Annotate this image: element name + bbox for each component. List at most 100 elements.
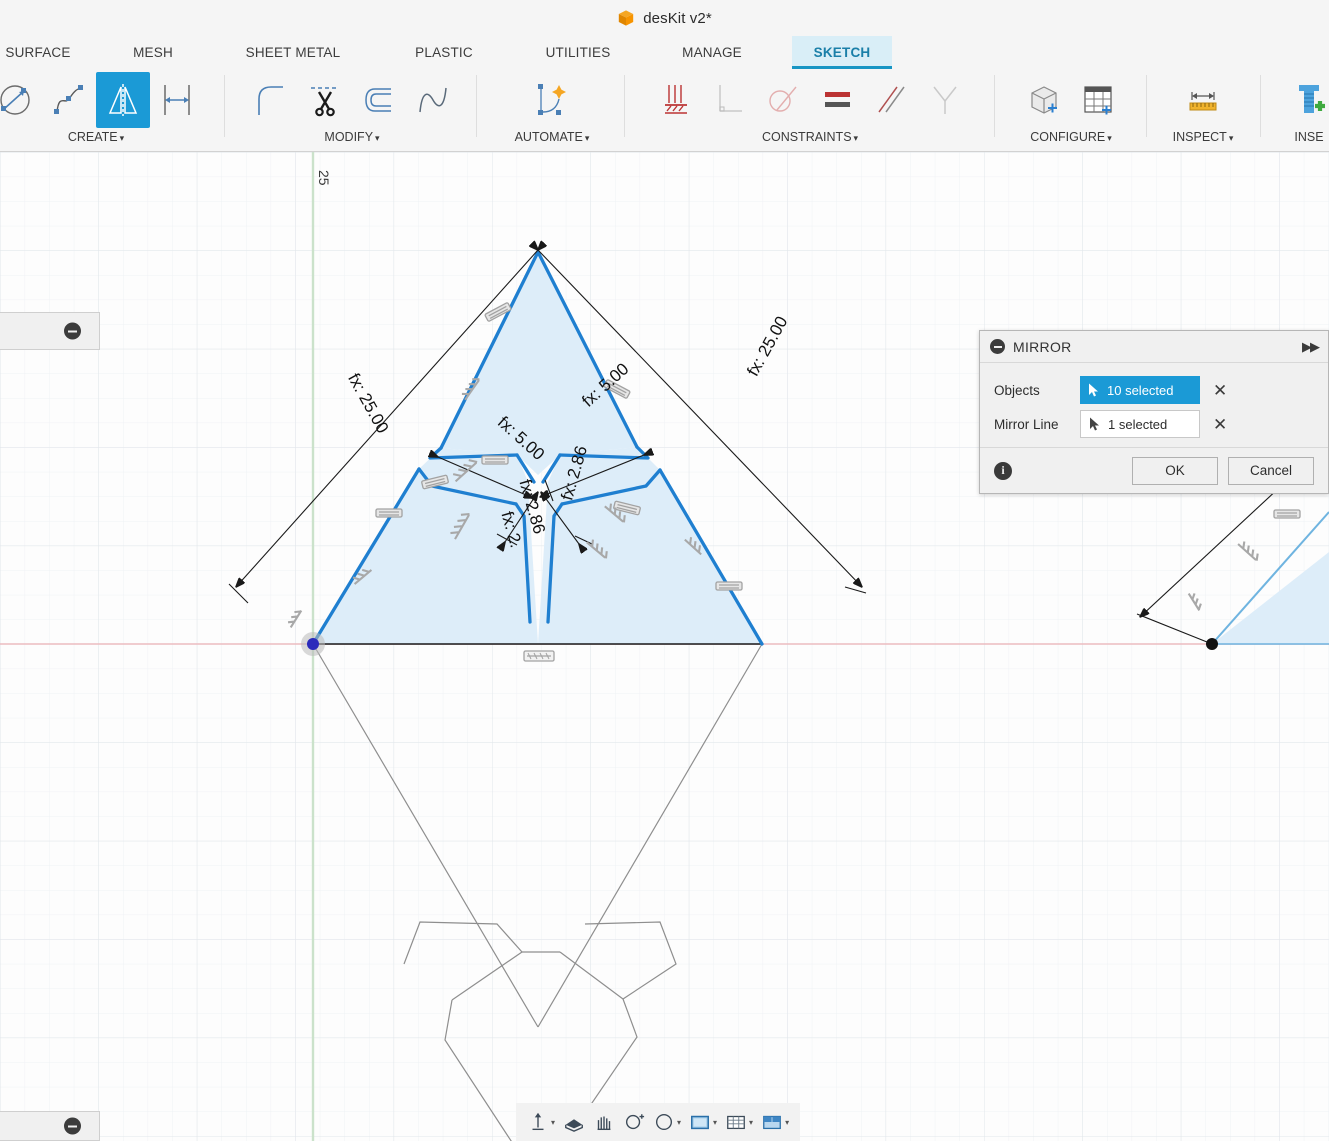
tab-sketch[interactable]: SKETCH bbox=[792, 36, 892, 69]
ribbon-group-label[interactable]: AUTOMATE ▾ bbox=[482, 130, 622, 144]
dialog-row-label: Mirror Line bbox=[994, 416, 1059, 432]
ribbon-group-label-text: AUTOMATE bbox=[514, 130, 583, 144]
tab-manage[interactable]: MANAGE bbox=[668, 36, 756, 69]
ribbon-group-label[interactable]: MODIFY ▾ bbox=[230, 130, 474, 144]
tab-mesh[interactable]: MESH bbox=[118, 36, 188, 69]
ribbon-group-label[interactable]: INSE bbox=[1264, 130, 1329, 144]
sketch-canvas[interactable]: fx: 25.00 fx: 25.00 fx: 5.00 fx: 5.00 fx: 2.… bbox=[0, 152, 1329, 1141]
origin-point bbox=[307, 638, 319, 650]
selection-count-text: 1 selected bbox=[1108, 416, 1168, 432]
ribbon-group-label-text: MODIFY bbox=[324, 130, 374, 144]
ribbon-group-label-text: CONSTRAINTS bbox=[761, 130, 852, 144]
ribbon-group-configure: CONFIGURE ▾ bbox=[1000, 69, 1142, 152]
chevron-down-icon: ▾ bbox=[1228, 133, 1234, 143]
timeline-collapse-button[interactable] bbox=[0, 1111, 100, 1141]
ribbon-separator bbox=[1146, 75, 1147, 137]
fusion-cube-icon bbox=[619, 10, 634, 26]
ribbon-tab-strip: SURFACE MESH SHEET METAL PLASTIC UTILITIES MA… bbox=[0, 36, 1329, 69]
ribbon-group-label[interactable]: CREATE ▾ bbox=[0, 130, 210, 144]
auto-constrain-icon[interactable] bbox=[525, 72, 579, 128]
navbar-grid-snap-icon[interactable]: ▾ bbox=[722, 1107, 756, 1137]
ribbon-group-label-text: CREATE bbox=[67, 130, 118, 144]
chevron-down-icon: ▾ bbox=[551, 1117, 556, 1127]
mirror-dialog-header[interactable]: MIRROR ▶▶ bbox=[980, 331, 1328, 363]
expand-arrows-icon[interactable]: ▶▶ bbox=[1302, 339, 1320, 355]
navbar-look-at-icon[interactable] bbox=[560, 1107, 588, 1137]
document-title: desKit v2* bbox=[643, 9, 712, 27]
ribbon-group-label-text: INSPECT bbox=[1172, 130, 1227, 144]
mirror-preview-geometry bbox=[312, 643, 763, 1141]
right-edge-partial-sketch bbox=[1206, 511, 1329, 650]
info-circle-icon[interactable]: i bbox=[994, 461, 1012, 480]
ribbon-group-inse: INSE bbox=[1264, 69, 1329, 152]
clear-x-icon[interactable]: ✕ bbox=[1213, 382, 1227, 399]
ribbon-group-label-text: CONFIGURE bbox=[1030, 130, 1106, 144]
cancel-button[interactable]: Cancel bbox=[1228, 456, 1314, 485]
browser-collapse-button[interactable] bbox=[0, 312, 100, 350]
constraint-equal-icon[interactable] bbox=[810, 72, 864, 128]
collapse-circle-icon[interactable] bbox=[990, 339, 1005, 354]
chevron-down-icon: ▾ bbox=[785, 1117, 790, 1127]
ribbon-group-create: CREATE ▾ bbox=[0, 69, 210, 152]
ribbon-group-label[interactable]: CONFIGURE ▾ bbox=[1000, 130, 1142, 144]
collapse-circle-icon bbox=[64, 1117, 81, 1135]
ribbon-separator bbox=[624, 75, 625, 137]
trim-scissors-icon[interactable] bbox=[298, 72, 352, 128]
ribbon-separator bbox=[224, 75, 225, 137]
navbar-pan-icon[interactable] bbox=[590, 1107, 618, 1137]
sketch-circle-icon[interactable] bbox=[0, 72, 42, 128]
ribbon-group-label[interactable]: CONSTRAINTS ▾ bbox=[628, 130, 992, 144]
ribbon-toolbar: CREATE ▾ MODIFY ▾ AUTOMATE ▾ CONSTRAINTS ▾ bbox=[0, 69, 1329, 152]
navbar-fit-icon[interactable]: ▾ bbox=[650, 1107, 684, 1137]
mirror-dialog-title: MIRROR bbox=[1013, 338, 1072, 355]
constraint-fix-icon[interactable] bbox=[648, 72, 702, 128]
mirror-dialog-body: Objects 10 selected ✕ Mirror Line 1 selected… bbox=[980, 363, 1328, 447]
offset-icon[interactable] bbox=[352, 72, 406, 128]
break-curve-icon[interactable] bbox=[406, 72, 460, 128]
ribbon-group-label[interactable]: INSPECT ▾ bbox=[1150, 130, 1256, 144]
fillet-icon[interactable] bbox=[244, 72, 298, 128]
tab-plastic[interactable]: PLASTIC bbox=[402, 36, 486, 69]
spline-icon[interactable] bbox=[42, 72, 96, 128]
ok-button[interactable]: OK bbox=[1132, 456, 1218, 485]
tab-sheet-metal[interactable]: SHEET METAL bbox=[228, 36, 358, 69]
ribbon-separator bbox=[476, 75, 477, 137]
dialog-row-objects: Objects 10 selected ✕ bbox=[980, 373, 1328, 407]
chevron-down-icon: ▾ bbox=[375, 133, 380, 143]
ribbon-separator bbox=[994, 75, 995, 137]
chevron-down-icon: ▾ bbox=[584, 133, 590, 143]
ribbon-group-automate: AUTOMATE ▾ bbox=[482, 69, 622, 152]
chevron-down-icon: ▾ bbox=[119, 133, 125, 143]
configure-part-icon[interactable] bbox=[1017, 72, 1071, 128]
navbar-orbit-icon[interactable]: ▾ bbox=[524, 1107, 558, 1137]
sketch-dimension-icon[interactable] bbox=[150, 72, 204, 128]
constraint-parallel-icon[interactable] bbox=[864, 72, 918, 128]
mirror-icon[interactable] bbox=[96, 72, 150, 128]
selection-field-objects[interactable]: 10 selected bbox=[1080, 376, 1200, 404]
selection-count-text: 10 selected bbox=[1107, 382, 1174, 398]
navbar-display-mode-icon[interactable]: ▾ bbox=[686, 1107, 720, 1137]
configure-table-icon[interactable] bbox=[1071, 72, 1125, 128]
tab-surface[interactable]: SURFACE bbox=[0, 36, 84, 69]
chevron-down-icon: ▾ bbox=[853, 133, 859, 143]
constraint-perpendicular-icon[interactable] bbox=[702, 72, 756, 128]
navbar-zoom-icon[interactable] bbox=[620, 1107, 648, 1137]
ribbon-group-inspect: INSPECT ▾ bbox=[1150, 69, 1256, 152]
navbar-viewports-icon[interactable]: ▾ bbox=[758, 1107, 792, 1137]
mirror-dialog: MIRROR ▶▶ Objects 10 selected ✕ Mirror Line… bbox=[979, 330, 1329, 494]
sketch-geometry bbox=[0, 152, 1329, 1141]
constraint-tangent-icon[interactable] bbox=[756, 72, 810, 128]
tab-utilities[interactable]: UTILITIES bbox=[530, 36, 626, 69]
insert-mcmaster-icon[interactable] bbox=[1282, 72, 1329, 128]
clear-x-icon[interactable]: ✕ bbox=[1213, 416, 1227, 433]
selection-field-mirror-line[interactable]: 1 selected bbox=[1080, 410, 1200, 438]
ribbon-group-modify: MODIFY ▾ bbox=[230, 69, 474, 152]
constraint-symmetry-icon[interactable] bbox=[918, 72, 972, 128]
ribbon-separator bbox=[1260, 75, 1261, 137]
fusion-window: desKit v2* SURFACE MESH SHEET METAL PLASTIC… bbox=[0, 0, 1329, 1141]
measure-ruler-icon[interactable] bbox=[1176, 72, 1230, 128]
axis-tick-label: 25 bbox=[316, 170, 332, 186]
chevron-down-icon: ▾ bbox=[749, 1117, 754, 1127]
mirror-dialog-footer: i OK Cancel bbox=[980, 447, 1328, 493]
dialog-row-mirror-line: Mirror Line 1 selected ✕ bbox=[980, 407, 1328, 441]
